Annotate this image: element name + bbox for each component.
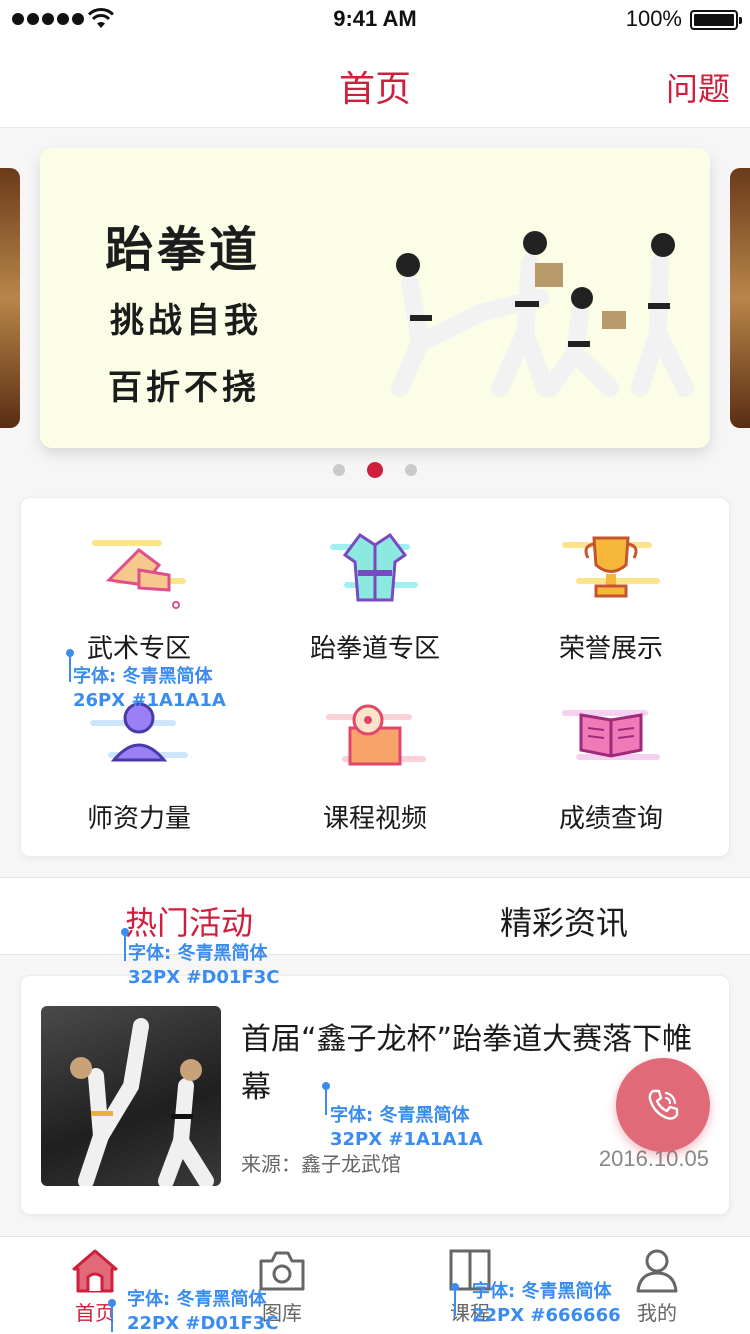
annotation-marker bbox=[121, 928, 129, 961]
camera-icon bbox=[259, 1251, 305, 1291]
category-label: 成绩查询 bbox=[558, 804, 663, 834]
call-button[interactable] bbox=[616, 1058, 710, 1152]
annotation-marker bbox=[451, 1283, 459, 1316]
battery-icon bbox=[690, 10, 742, 30]
category-score-query[interactable]: 成绩查询 bbox=[493, 690, 729, 835]
annotation-line: 22PX #D01F3C bbox=[127, 1313, 279, 1334]
status-bar: 9:41 AM 100% bbox=[0, 0, 750, 40]
page-title: 首页 bbox=[338, 69, 411, 110]
user-icon bbox=[636, 1249, 678, 1293]
category-label: 荣誉展示 bbox=[558, 634, 663, 664]
banner-slide[interactable]: 跆拳道 挑战自我 百折不挠 bbox=[40, 148, 710, 448]
banner-next-slide[interactable] bbox=[730, 168, 750, 428]
carousel-dot[interactable] bbox=[333, 464, 345, 476]
article-source: 来源：鑫子龙武馆 bbox=[241, 1152, 401, 1176]
film-reel-icon bbox=[326, 704, 426, 766]
category-label: 课程视频 bbox=[322, 804, 427, 834]
category-label: 武术专区 bbox=[86, 634, 191, 664]
annotation-line: 字体: 冬青黑简体 bbox=[330, 1105, 470, 1126]
annotation-line: 字体: 冬青黑简体 bbox=[128, 943, 268, 964]
carousel-indicator bbox=[0, 462, 750, 478]
taekwondo-uniform-icon bbox=[330, 532, 418, 602]
annotation-line: 32PX #1A1A1A bbox=[330, 1129, 483, 1150]
annotation-line: 字体: 冬青黑简体 bbox=[472, 1281, 612, 1302]
article-thumbnail bbox=[41, 1006, 221, 1186]
tab-news[interactable]: 精彩资讯 bbox=[500, 898, 628, 944]
phone-icon bbox=[648, 1089, 679, 1120]
trophy-icon bbox=[562, 536, 660, 598]
annotation-tabbar-inactive: 字体: 冬青黑简体 22PX #666666 bbox=[472, 1280, 621, 1328]
annotation-marker bbox=[66, 649, 74, 682]
annotation-tab-label: 字体: 冬青黑简体 32PX #D01F3C bbox=[128, 942, 280, 990]
tab-hot-activities[interactable]: 热门活动 bbox=[125, 898, 253, 944]
annotation-line: 26PX #1A1A1A bbox=[73, 690, 226, 711]
banner-slogan-1: 挑战自我 bbox=[110, 301, 262, 341]
content-tabs: 热门活动 精彩资讯 bbox=[0, 877, 750, 955]
open-book-icon bbox=[562, 710, 660, 760]
category-honors[interactable]: 荣誉展示 bbox=[493, 520, 729, 665]
annotation-line: 字体: 冬青黑简体 bbox=[127, 1289, 267, 1310]
taekwondo-fighters-illustration bbox=[391, 231, 694, 397]
category-label: 师资力量 bbox=[86, 804, 191, 834]
category-course-videos[interactable]: 课程视频 bbox=[257, 690, 493, 835]
home-icon bbox=[72, 1249, 118, 1293]
martial-arts-icon bbox=[92, 540, 186, 609]
annotation-article-title: 字体: 冬青黑简体 32PX #1A1A1A bbox=[330, 1104, 483, 1152]
question-button[interactable]: 问题 bbox=[666, 64, 730, 110]
annotation-marker bbox=[322, 1082, 330, 1115]
annotation-grid-label: 字体: 冬青黑简体 26PX #1A1A1A bbox=[73, 665, 226, 713]
banner-headline: 跆拳道 bbox=[105, 222, 262, 278]
annotation-line: 32PX #D01F3C bbox=[128, 967, 280, 988]
category-martial-arts[interactable]: 武术专区 bbox=[21, 520, 257, 665]
annotation-line: 字体: 冬青黑简体 bbox=[73, 666, 213, 687]
annotation-line: 22PX #666666 bbox=[472, 1305, 621, 1326]
category-taekwondo[interactable]: 跆拳道专区 bbox=[257, 520, 493, 665]
carousel-dot[interactable] bbox=[405, 464, 417, 476]
banner-slogan-2: 百折不挠 bbox=[108, 368, 260, 408]
annotation-tabbar-active: 字体: 冬青黑简体 22PX #D01F3C bbox=[127, 1288, 279, 1334]
battery-percent: 100% bbox=[625, 6, 682, 31]
nav-bar: 首页 问题 bbox=[0, 40, 750, 128]
annotation-marker bbox=[108, 1299, 116, 1332]
category-label: 跆拳道专区 bbox=[309, 634, 440, 664]
banner-prev-slide[interactable] bbox=[0, 168, 20, 428]
carousel-dot-active[interactable] bbox=[367, 462, 383, 478]
